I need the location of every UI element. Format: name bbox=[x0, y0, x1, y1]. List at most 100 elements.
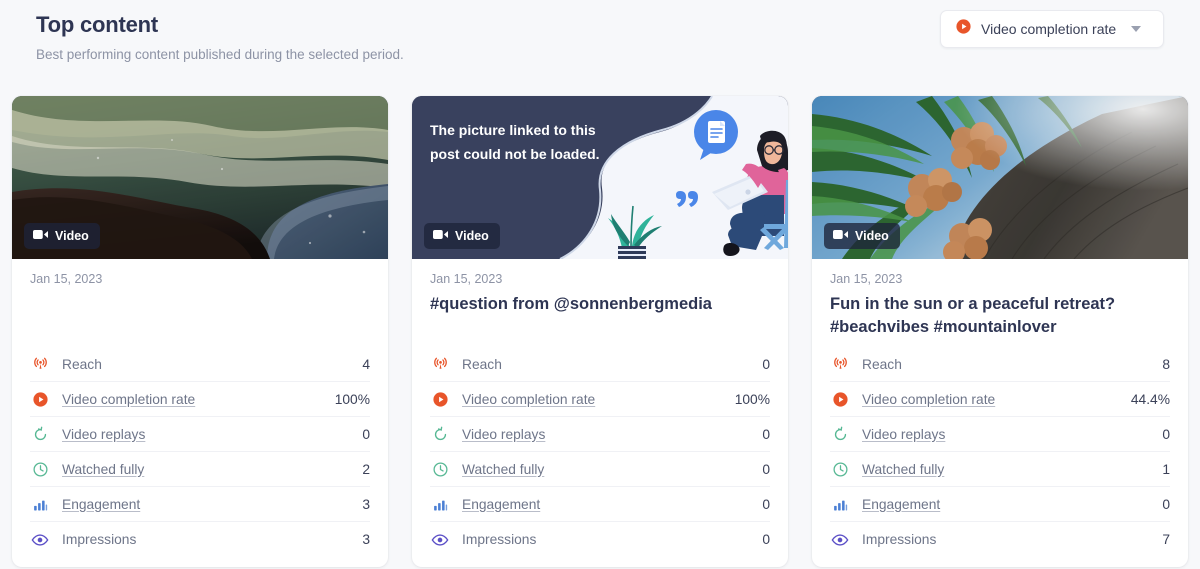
video-badge-label: Video bbox=[855, 229, 889, 243]
metric-value: 0 bbox=[762, 427, 770, 442]
metric-value: 100% bbox=[735, 392, 770, 407]
content-card[interactable]: Video Jan 15, 2023 bbox=[12, 96, 388, 567]
video-camera-icon bbox=[433, 229, 448, 243]
metric-value: 1 bbox=[1162, 462, 1170, 477]
metric-row-reach: Reach 8 bbox=[830, 347, 1170, 382]
play-circle-icon bbox=[830, 389, 850, 409]
metric-label[interactable]: Video replays bbox=[862, 427, 1162, 442]
metric-value: 0 bbox=[1162, 497, 1170, 512]
metric-label: Impressions bbox=[462, 532, 762, 547]
video-camera-icon bbox=[833, 229, 848, 243]
metric-value: 3 bbox=[362, 497, 370, 512]
card-metrics: Reach 8 Video completion rate 44.4% bbox=[812, 347, 1188, 567]
metric-row-impressions: Impressions 7 bbox=[830, 522, 1170, 557]
replay-icon bbox=[30, 424, 50, 444]
metric-row-video-completion-rate[interactable]: Video completion rate 100% bbox=[30, 382, 370, 417]
bar-chart-icon bbox=[430, 494, 450, 514]
metric-label[interactable]: Engagement bbox=[862, 497, 1162, 512]
metric-value: 0 bbox=[762, 497, 770, 512]
metric-select-dropdown[interactable]: Video completion rate bbox=[940, 10, 1164, 48]
metric-row-impressions: Impressions 0 bbox=[430, 522, 770, 557]
card-thumbnail-placeholder[interactable]: The picture linked to this post could no… bbox=[412, 96, 788, 259]
metric-label: Reach bbox=[62, 357, 362, 372]
card-title: #question from @sonnenbergmedia bbox=[430, 293, 770, 339]
metric-row-engagement[interactable]: Engagement 0 bbox=[830, 487, 1170, 522]
play-circle-icon bbox=[430, 389, 450, 409]
eye-icon bbox=[830, 530, 850, 550]
metric-label: Impressions bbox=[862, 532, 1162, 547]
top-content-panel: Top content Best performing content publ… bbox=[0, 0, 1200, 569]
metric-row-video-completion-rate[interactable]: Video completion rate 44.4% bbox=[830, 382, 1170, 417]
panel-header: Top content Best performing content publ… bbox=[0, 0, 1200, 84]
metric-row-engagement[interactable]: Engagement 3 bbox=[30, 487, 370, 522]
metric-value: 100% bbox=[335, 392, 370, 407]
metric-label: Reach bbox=[462, 357, 762, 372]
eye-icon bbox=[430, 530, 450, 550]
page-title: Top content bbox=[36, 12, 158, 38]
eye-icon bbox=[30, 530, 50, 550]
metric-row-reach: Reach 4 bbox=[30, 347, 370, 382]
metric-label[interactable]: Video replays bbox=[462, 427, 762, 442]
clock-icon bbox=[830, 459, 850, 479]
metric-label[interactable]: Watched fully bbox=[62, 462, 362, 477]
card-thumbnail-palm[interactable]: Video bbox=[812, 96, 1188, 259]
metric-label[interactable]: Video completion rate bbox=[462, 392, 735, 407]
metric-label[interactable]: Video replays bbox=[62, 427, 362, 442]
metric-value: 7 bbox=[1162, 532, 1170, 547]
metric-value: 8 bbox=[1162, 357, 1170, 372]
content-card-list: Video Jan 15, 2023 bbox=[12, 96, 1188, 567]
metric-value: 44.4% bbox=[1131, 392, 1170, 407]
metric-row-video-replays[interactable]: Video replays 0 bbox=[430, 417, 770, 452]
video-camera-icon bbox=[33, 229, 48, 243]
metric-row-watched-fully[interactable]: Watched fully 0 bbox=[430, 452, 770, 487]
card-body: Jan 15, 2023 Fun in the sun or a peacefu… bbox=[812, 259, 1188, 347]
metric-label[interactable]: Watched fully bbox=[862, 462, 1162, 477]
video-badge: Video bbox=[424, 223, 500, 249]
content-card[interactable]: Video Jan 15, 2023 Fun in the sun or a p… bbox=[812, 96, 1188, 567]
card-metrics: Reach 4 Video completion rate 100% bbox=[12, 347, 388, 567]
metric-label: Impressions bbox=[62, 532, 362, 547]
video-badge: Video bbox=[24, 223, 100, 249]
play-circle-icon bbox=[30, 389, 50, 409]
metric-value: 0 bbox=[762, 462, 770, 477]
metric-label[interactable]: Video completion rate bbox=[62, 392, 335, 407]
metric-select-label: Video completion rate bbox=[981, 21, 1116, 37]
metric-row-watched-fully[interactable]: Watched fully 2 bbox=[30, 452, 370, 487]
video-badge-label: Video bbox=[55, 229, 89, 243]
replay-icon bbox=[830, 424, 850, 444]
card-date: Jan 15, 2023 bbox=[830, 272, 1170, 289]
clock-icon bbox=[430, 459, 450, 479]
card-thumbnail-ocean[interactable]: Video bbox=[12, 96, 388, 259]
metric-row-video-replays[interactable]: Video replays 0 bbox=[30, 417, 370, 452]
metric-label: Reach bbox=[862, 357, 1162, 372]
card-title: Fun in the sun or a peaceful retreat? #b… bbox=[830, 293, 1170, 339]
clock-icon bbox=[30, 459, 50, 479]
replay-icon bbox=[430, 424, 450, 444]
broadcast-icon bbox=[430, 354, 450, 374]
content-card[interactable]: The picture linked to this post could no… bbox=[412, 96, 788, 567]
metric-label[interactable]: Video completion rate bbox=[862, 392, 1131, 407]
bar-chart-icon bbox=[30, 494, 50, 514]
metric-row-reach: Reach 0 bbox=[430, 347, 770, 382]
metric-label[interactable]: Engagement bbox=[462, 497, 762, 512]
broadcast-icon bbox=[30, 354, 50, 374]
metric-label[interactable]: Watched fully bbox=[462, 462, 762, 477]
card-body: Jan 15, 2023 #question from @sonnenbergm… bbox=[412, 259, 788, 347]
metric-value: 2 bbox=[362, 462, 370, 477]
metric-value: 3 bbox=[362, 532, 370, 547]
metric-row-video-completion-rate[interactable]: Video completion rate 100% bbox=[430, 382, 770, 417]
card-metrics: Reach 0 Video completion rate 100% bbox=[412, 347, 788, 567]
video-badge-label: Video bbox=[455, 229, 489, 243]
metric-row-video-replays[interactable]: Video replays 0 bbox=[830, 417, 1170, 452]
metric-row-impressions: Impressions 3 bbox=[30, 522, 370, 557]
metric-value: 0 bbox=[762, 357, 770, 372]
bar-chart-icon bbox=[830, 494, 850, 514]
card-body: Jan 15, 2023 bbox=[12, 259, 388, 347]
metric-value: 0 bbox=[762, 532, 770, 547]
metric-row-watched-fully[interactable]: Watched fully 1 bbox=[830, 452, 1170, 487]
metric-label[interactable]: Engagement bbox=[62, 497, 362, 512]
metric-row-engagement[interactable]: Engagement 0 bbox=[430, 487, 770, 522]
card-date: Jan 15, 2023 bbox=[30, 272, 370, 289]
thumbnail-placeholder-message: The picture linked to this post could no… bbox=[430, 118, 610, 166]
card-title bbox=[30, 293, 370, 339]
